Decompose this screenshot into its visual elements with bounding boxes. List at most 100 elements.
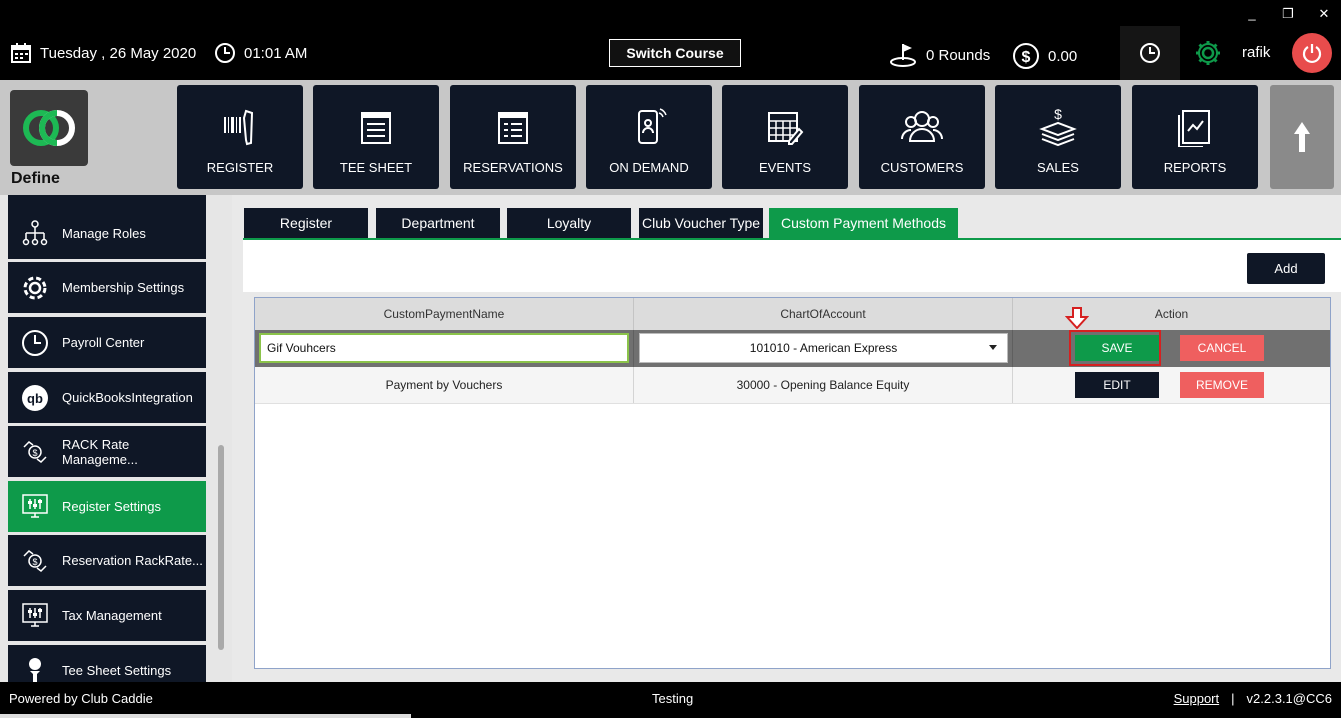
nav-label: SALES [1037, 160, 1079, 175]
rounds-text: 0 Rounds [926, 46, 991, 64]
payment-name-input[interactable]: Gif Vouhcers [259, 333, 629, 363]
support-link[interactable]: Support [1174, 691, 1220, 706]
top-bar: _ ❐ ✕ Tuesday , 26 May 2020 01:01 AM Swi… [0, 0, 1341, 80]
barcode-scanner-icon [224, 109, 254, 146]
golf-flag-icon [890, 44, 916, 67]
footer: Powered by Club Caddie Testing Support |… [0, 682, 1341, 718]
selected-account: 101010 - American Express [749, 341, 898, 355]
table-row-editing: Gif Vouhcers 101010 - American Express S… [255, 330, 1330, 367]
balance-text: 0.00 [1048, 47, 1078, 65]
nav-on-demand[interactable]: ON DEMAND [586, 85, 712, 189]
sidebar-item-rack-rate[interactable]: $ RACK Rate Manageme... [8, 426, 206, 477]
payment-methods-grid: CustomPaymentName ChartOfAccount Action … [254, 297, 1331, 669]
column-header-name[interactable]: CustomPaymentName [255, 298, 634, 330]
sidebar-item-manage-roles[interactable]: Manage Roles [8, 208, 206, 259]
calendar-edit-icon [768, 112, 804, 145]
register-settings-icon [22, 493, 48, 518]
nav-events[interactable]: EVENTS [722, 85, 848, 189]
sidebar-scroll-thumb[interactable] [218, 445, 224, 650]
users-icon [901, 111, 943, 142]
close-button[interactable]: ✕ [1317, 6, 1331, 22]
reservations-icon [498, 112, 528, 144]
window-controls: _ ❐ ✕ [1245, 6, 1331, 22]
nav-tee-sheet[interactable]: TEE SHEET [313, 85, 439, 189]
sidebar-item-label: Tax Management [62, 608, 162, 623]
sidebar-item-reservation-rackrate[interactable]: $ Reservation RackRate... [8, 535, 206, 586]
table-row[interactable]: Payment by Vouchers 30000 - Opening Bala… [255, 367, 1330, 404]
user-name[interactable]: rafik [1242, 44, 1270, 61]
tax-settings-icon [22, 602, 48, 627]
clock-icon [1140, 43, 1160, 63]
svg-text:$: $ [1022, 49, 1031, 66]
grid-header: CustomPaymentName ChartOfAccount Action [255, 298, 1330, 330]
tab-department[interactable]: Department [376, 208, 500, 238]
nav-customers[interactable]: CUSTOMERS [859, 85, 985, 189]
sidebar-item-label: Manage Roles [62, 226, 146, 241]
sheet-icon [361, 112, 391, 144]
footer-right: Support | v2.2.3.1@CC6 [1174, 691, 1332, 706]
main-content: Register Department Loyalty Club Voucher… [232, 195, 1341, 682]
quickbooks-icon: qb [22, 384, 48, 411]
save-button[interactable]: SAVE [1075, 335, 1159, 361]
sidebar-item-quickbooks[interactable]: qb QuickBooksIntegration [8, 372, 206, 423]
main-nav: Define REGISTER TEE SHEET RESERVATIONS O… [0, 80, 1341, 195]
report-chart-icon [1178, 110, 1210, 147]
svg-text:$: $ [32, 557, 37, 567]
sidebar-item-label: Reservation RackRate... [62, 553, 203, 568]
sidebar-item-payroll-center[interactable]: Payroll Center [8, 317, 206, 368]
scroll-up-button[interactable] [1270, 85, 1334, 189]
minimize-button[interactable]: _ [1245, 6, 1259, 22]
restore-button[interactable]: ❐ [1281, 6, 1295, 22]
remove-button[interactable]: REMOVE [1180, 372, 1264, 398]
tab-register[interactable]: Register [244, 208, 368, 238]
nav-reports[interactable]: REPORTS [1132, 85, 1258, 189]
nav-sales[interactable]: $ SALES [995, 85, 1121, 189]
powered-by-text: Powered by Club Caddie [9, 691, 153, 706]
sidebar-item-label: QuickBooksIntegration [62, 390, 193, 405]
rounds-display: 0 Rounds [888, 42, 990, 68]
rate-exchange-icon: $ [23, 549, 47, 572]
sidebar-item-tax-management[interactable]: Tax Management [8, 590, 206, 641]
column-header-action: Action [1154, 307, 1189, 321]
chevron-down-icon [989, 345, 997, 350]
timer-button[interactable] [1120, 26, 1180, 80]
arrow-up-icon [1294, 122, 1310, 152]
sidebar-item-label: Register Settings [62, 499, 161, 514]
edit-button[interactable]: EDIT [1075, 372, 1159, 398]
cell-account: 30000 - Opening Balance Equity [634, 367, 1013, 403]
add-button[interactable]: Add [1247, 253, 1325, 284]
time-display: 01:01 AM [214, 42, 307, 64]
nav-label: EVENTS [758, 160, 811, 175]
nav-label: RESERVATIONS [463, 160, 563, 175]
golf-tee-icon [29, 657, 41, 682]
sidebar-item-label: Tee Sheet Settings [62, 663, 172, 678]
sidebar-item-membership-settings[interactable]: Membership Settings [8, 262, 206, 313]
sidebar-item-hidden[interactable] [8, 195, 206, 209]
rate-exchange-icon: $ [23, 440, 47, 463]
money-stack-icon: $ [1039, 107, 1077, 147]
tab-club-voucher-type[interactable]: Club Voucher Type [639, 208, 763, 238]
power-button[interactable] [1292, 33, 1332, 73]
sidebar-item-tee-sheet-settings[interactable]: Tee Sheet Settings [8, 645, 206, 682]
sidebar-item-label: Membership Settings [62, 280, 185, 295]
switch-course-button[interactable]: Switch Course [609, 39, 741, 67]
cancel-button[interactable]: CANCEL [1180, 335, 1264, 361]
gear-icon [1196, 41, 1220, 65]
tab-loyalty[interactable]: Loyalty [507, 208, 631, 238]
tab-custom-payment-methods[interactable]: Custom Payment Methods [769, 208, 958, 238]
nav-reservations[interactable]: RESERVATIONS [450, 85, 576, 189]
mobile-user-icon [638, 108, 667, 144]
nav-label: REGISTER [206, 160, 274, 175]
sidebar-item-register-settings[interactable]: Register Settings [8, 481, 206, 532]
settings-button[interactable] [1180, 26, 1236, 80]
chart-of-account-select[interactable]: 101010 - American Express [639, 333, 1008, 363]
nav-label: TEE SHEET [339, 160, 413, 175]
app-logo[interactable] [10, 90, 88, 166]
footer-separator: | [1231, 691, 1235, 706]
column-header-account[interactable]: ChartOfAccount [634, 298, 1013, 330]
nav-register[interactable]: REGISTER [177, 85, 303, 189]
date-text: Tuesday , 26 May 2020 [40, 44, 197, 62]
footer-progress-strip [0, 714, 411, 718]
clock-icon [215, 43, 235, 63]
svg-text:$: $ [1054, 107, 1062, 122]
